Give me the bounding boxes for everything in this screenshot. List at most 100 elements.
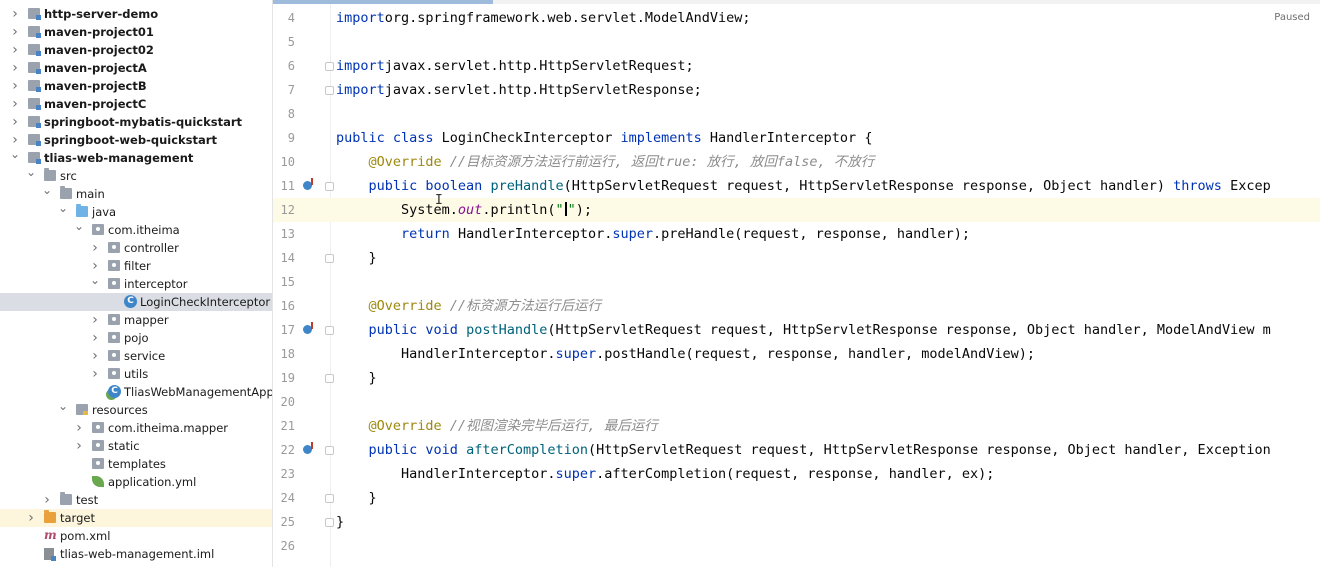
tree-item[interactable]: › maven-projectC <box>0 95 272 113</box>
tree-item[interactable]: › utils <box>0 365 272 383</box>
code-line[interactable]: 23 HandlerInterceptor.super.afterComplet… <box>273 462 1320 486</box>
line-number: 6 <box>287 59 295 73</box>
chevron-down-icon[interactable]: ⌄ <box>74 217 84 235</box>
tree-item[interactable]: › test <box>0 491 272 509</box>
fold-marker-icon[interactable] <box>325 326 334 335</box>
code-line[interactable]: 8 <box>273 102 1320 126</box>
code-line[interactable]: 14 } <box>273 246 1320 270</box>
tree-item[interactable]: ⌄ main <box>0 183 272 203</box>
fold-marker-icon[interactable] <box>325 62 334 71</box>
implements-method-icon[interactable] <box>303 178 313 190</box>
tree-item-label: maven-projectA <box>44 61 147 75</box>
tree-item[interactable]: › com.itheima.mapper <box>0 419 272 437</box>
chevron-down-icon[interactable]: ⌄ <box>26 163 36 181</box>
project-tree-panel[interactable]: › http-server-demo › maven-project01 › maven-… <box>0 0 273 567</box>
fold-marker-icon[interactable] <box>325 494 334 503</box>
code-line[interactable]: 24 } <box>273 486 1320 510</box>
tree-item[interactable]: ⌄ java <box>0 201 272 221</box>
code-line[interactable]: 20 <box>273 390 1320 414</box>
code-line[interactable]: 13 return HandlerInterceptor.super.preHa… <box>273 222 1320 246</box>
code-line[interactable]: 18 HandlerInterceptor.super.postHandle(r… <box>273 342 1320 366</box>
tree-item[interactable]: C TliasWebManagementApplic <box>0 383 272 401</box>
code-token: afterCompletion <box>466 442 588 458</box>
code-line[interactable]: 11 public boolean preHandle(HttpServletR… <box>273 174 1320 198</box>
tree-item[interactable]: › pojo <box>0 329 272 347</box>
tree-item[interactable]: › mapper <box>0 311 272 329</box>
code-line[interactable]: 15 <box>273 270 1320 294</box>
code-line[interactable]: 16 @Override //标资源方法运行后运行 <box>273 294 1320 318</box>
code-line[interactable]: 17 public void postHandle(HttpServletReq… <box>273 318 1320 342</box>
tree-item[interactable]: › maven-projectB <box>0 77 272 95</box>
chevron-down-icon[interactable]: ⌄ <box>90 271 100 289</box>
chevron-right-icon[interactable]: › <box>90 239 100 257</box>
tree-item[interactable]: › service <box>0 347 272 365</box>
chevron-right-icon[interactable]: › <box>90 347 100 365</box>
tree-item[interactable]: › maven-project01 <box>0 23 272 41</box>
editor-tab-strip[interactable] <box>273 0 1320 4</box>
tree-item[interactable]: templates <box>0 455 272 473</box>
chevron-down-icon[interactable]: ⌄ <box>58 199 68 217</box>
code-token: .println( <box>482 202 556 218</box>
tree-item[interactable]: › controller <box>0 239 272 257</box>
code-line[interactable]: 19 } <box>273 366 1320 390</box>
code-line[interactable]: 5 <box>273 30 1320 54</box>
tree-item[interactable]: ⌄ tlias-web-management <box>0 147 272 167</box>
fold-marker-icon[interactable] <box>325 86 334 95</box>
chevron-right-icon[interactable]: › <box>26 509 36 527</box>
package-icon <box>92 440 104 451</box>
chevron-right-icon[interactable]: › <box>74 437 84 455</box>
chevron-right-icon[interactable]: › <box>10 59 20 77</box>
chevron-down-icon[interactable]: ⌄ <box>58 397 68 415</box>
fold-marker-icon[interactable] <box>325 254 334 263</box>
tree-item[interactable]: › springboot-mybatis-quickstart <box>0 113 272 131</box>
tree-item[interactable]: › springboot-web-quickstart <box>0 131 272 149</box>
fold-marker-icon[interactable] <box>325 182 334 191</box>
code-line[interactable]: 21 @Override //视图渲染完毕后运行, 最后运行 <box>273 414 1320 438</box>
chevron-right-icon[interactable]: › <box>90 329 100 347</box>
tree-item[interactable]: ⌄ com.itheima <box>0 219 272 239</box>
fold-marker-icon[interactable] <box>325 518 334 527</box>
code-editor[interactable]: 4 importorg.springframework.web.servlet.M… <box>273 0 1320 567</box>
code-line[interactable]: 26 <box>273 534 1320 558</box>
tree-item[interactable]: tlias-web-management.iml <box>0 545 272 563</box>
tree-item[interactable]: application.yml <box>0 473 272 491</box>
tree-item[interactable]: C LoginCheckInterceptor <box>0 293 272 311</box>
chevron-down-icon[interactable]: ⌄ <box>10 145 20 163</box>
implements-method-icon[interactable] <box>303 322 313 334</box>
chevron-down-icon[interactable]: ⌄ <box>42 181 52 199</box>
tree-item[interactable]: › maven-projectA <box>0 59 272 77</box>
tree-item[interactable]: › target <box>0 509 272 527</box>
code-line[interactable]: 4 importorg.springframework.web.servlet.M… <box>273 6 1320 30</box>
chevron-right-icon[interactable]: › <box>90 365 100 383</box>
tree-item[interactable]: m pom.xml <box>0 527 272 545</box>
fold-marker-icon[interactable] <box>325 374 334 383</box>
tree-item[interactable]: ⌄ interceptor <box>0 273 272 293</box>
code-text: public void postHandle(HttpServletReques… <box>336 318 1271 342</box>
code-line[interactable]: 10 @Override //目标资源方法运行前运行, 返回true: 放行, … <box>273 150 1320 174</box>
code-line[interactable]: 6 importjavax.servlet.http.HttpServletReq… <box>273 54 1320 78</box>
code-line[interactable]: 9 public class LoginCheckInterceptor impl… <box>273 126 1320 150</box>
implements-method-icon[interactable] <box>303 442 313 454</box>
chevron-right-icon[interactable]: › <box>10 5 20 23</box>
chevron-right-icon[interactable]: › <box>74 419 84 437</box>
code-line[interactable]: 22 public void afterCompletion(HttpServl… <box>273 438 1320 462</box>
tree-item[interactable]: › static <box>0 437 272 455</box>
code-token: public boolean <box>368 178 491 194</box>
code-line[interactable]: 25} <box>273 510 1320 534</box>
chevron-right-icon[interactable]: › <box>10 23 20 41</box>
tree-item[interactable]: › maven-project02 <box>0 41 272 59</box>
chevron-right-icon[interactable]: › <box>10 113 20 131</box>
chevron-right-icon[interactable]: › <box>90 311 100 329</box>
tree-item[interactable]: › http-server-demo <box>0 5 272 23</box>
chevron-right-icon[interactable]: › <box>42 491 52 509</box>
tree-item[interactable]: › filter <box>0 257 272 275</box>
tree-item-label: springboot-web-quickstart <box>44 133 217 147</box>
chevron-right-icon[interactable]: › <box>10 95 20 113</box>
fold-marker-icon[interactable] <box>325 446 334 455</box>
tree-item[interactable]: ⌄ src <box>0 165 272 185</box>
chevron-right-icon[interactable]: › <box>10 41 20 59</box>
chevron-right-icon[interactable]: › <box>10 77 20 95</box>
code-line[interactable]: 12 System.out.println(" "); <box>273 198 1320 222</box>
tree-item[interactable]: ⌄ resources <box>0 399 272 419</box>
code-line[interactable]: 7 importjavax.servlet.http.HttpServletRes… <box>273 78 1320 102</box>
